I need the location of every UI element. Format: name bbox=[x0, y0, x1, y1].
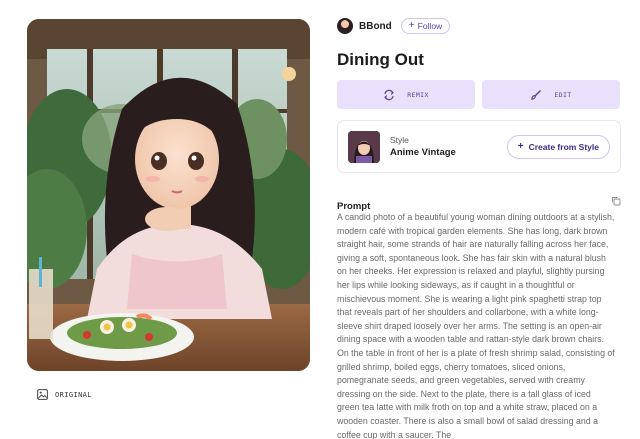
style-thumbnail[interactable] bbox=[348, 130, 380, 163]
style-info: Style Anime Vintage bbox=[390, 135, 456, 158]
author-name[interactable]: BBond bbox=[359, 21, 392, 32]
action-buttons: REMIX EDIT bbox=[337, 80, 620, 109]
style-name[interactable]: Anime Vintage bbox=[390, 147, 456, 158]
original-label: ORIGINAL bbox=[55, 390, 92, 399]
generated-image[interactable] bbox=[27, 19, 310, 371]
copy-icon[interactable] bbox=[611, 196, 621, 206]
original-toggle[interactable]: ORIGINAL bbox=[37, 389, 92, 400]
remix-button[interactable]: REMIX bbox=[337, 80, 475, 109]
page-title: Dining Out bbox=[337, 50, 424, 69]
remix-label: REMIX bbox=[407, 90, 429, 99]
brush-icon bbox=[531, 89, 542, 100]
prompt-text: A candid photo of a beautiful young woma… bbox=[337, 212, 615, 439]
style-card: Style Anime Vintage + Create from Style bbox=[337, 120, 621, 173]
create-from-style-button[interactable]: + Create from Style bbox=[506, 134, 610, 159]
edit-label: EDIT bbox=[554, 90, 572, 99]
avatar[interactable] bbox=[337, 18, 353, 34]
follow-button[interactable]: + Follow bbox=[400, 18, 451, 34]
edit-button[interactable]: EDIT bbox=[482, 80, 620, 109]
image-icon bbox=[37, 389, 48, 400]
details-panel: BBond + Follow Dining Out REMIX EDIT Sty… bbox=[337, 0, 621, 439]
follow-label: Follow bbox=[417, 21, 443, 31]
style-kicker: Style bbox=[390, 135, 409, 145]
create-from-style-label: Create from Style bbox=[528, 141, 599, 152]
plus-icon: + bbox=[517, 140, 524, 152]
remix-icon bbox=[384, 89, 395, 100]
prompt-header: Prompt bbox=[337, 196, 621, 212]
plus-icon: + bbox=[408, 20, 415, 31]
author-row: BBond + Follow bbox=[337, 18, 451, 34]
